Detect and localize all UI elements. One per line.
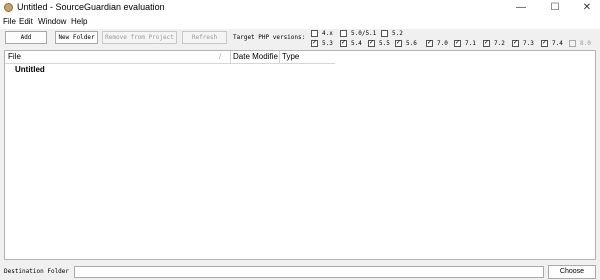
add-button[interactable]: Add xyxy=(5,31,47,44)
php-53-label: 5.3 xyxy=(322,40,333,47)
php-54-checkbox[interactable]: ✓ xyxy=(340,40,347,47)
column-separator[interactable] xyxy=(230,51,231,63)
php-80-label: 8.0 xyxy=(580,40,591,47)
php-73-checkbox[interactable]: ✓ xyxy=(512,40,519,47)
column-separator[interactable] xyxy=(279,51,280,63)
php-50-51-label: 5.0/5.1 xyxy=(351,30,377,37)
php-4x-label: 4.x xyxy=(322,30,333,37)
php-70-label: 7.0 xyxy=(437,40,448,47)
minimize-button[interactable]: — xyxy=(508,0,534,16)
php-74-checkbox[interactable]: ✓ xyxy=(541,40,548,47)
destination-folder-label: Destination Folder xyxy=(4,268,70,275)
destination-folder-input[interactable] xyxy=(74,266,544,278)
maximize-button[interactable]: ☐ xyxy=(542,0,568,16)
list-item[interactable]: Untitled xyxy=(15,65,45,74)
php-70-checkbox[interactable]: ✓ xyxy=(426,40,433,47)
remove-from-project-button[interactable]: Remove from Project xyxy=(102,31,177,44)
column-file[interactable]: File xyxy=(8,51,228,63)
php-4x-checkbox[interactable] xyxy=(311,30,318,37)
menu-bar: File Edit Window Help xyxy=(0,16,600,29)
php-74-label: 7.4 xyxy=(552,40,563,47)
menu-help[interactable]: Help xyxy=(71,17,87,26)
php-56-label: 5.6 xyxy=(406,40,417,47)
menu-edit[interactable]: Edit xyxy=(19,17,33,26)
php-53-checkbox[interactable]: ✓ xyxy=(311,40,318,47)
php-versions-label: Target PHP versions: xyxy=(233,34,306,41)
menu-file[interactable]: File xyxy=(3,17,16,26)
php-56-checkbox[interactable]: ✓ xyxy=(395,40,402,47)
resize-grip-icon: / xyxy=(219,52,222,61)
close-button[interactable]: ✕ xyxy=(574,0,600,16)
php-72-label: 7.2 xyxy=(494,40,505,47)
menu-window[interactable]: Window xyxy=(38,17,66,26)
php-72-checkbox[interactable]: ✓ xyxy=(483,40,490,47)
refresh-button[interactable]: Refresh xyxy=(182,31,227,44)
php-55-label: 5.5 xyxy=(379,40,390,47)
php-50-51-checkbox[interactable] xyxy=(340,30,347,37)
php-52-label: 5.2 xyxy=(392,30,403,37)
php-54-label: 5.4 xyxy=(351,40,362,47)
php-52-checkbox[interactable] xyxy=(381,30,388,37)
file-list[interactable]: File / Date Modifie Type Untitled xyxy=(4,50,596,260)
list-header: File / Date Modifie Type xyxy=(5,51,335,64)
choose-button[interactable]: Choose xyxy=(548,265,596,279)
php-71-label: 7.1 xyxy=(465,40,476,47)
php-80-checkbox[interactable] xyxy=(569,40,576,47)
php-73-label: 7.3 xyxy=(523,40,534,47)
window-title: Untitled - SourceGuardian evaluation xyxy=(17,2,165,12)
column-type[interactable]: Type xyxy=(282,51,332,63)
column-date-modified[interactable]: Date Modifie xyxy=(233,51,279,63)
php-71-checkbox[interactable]: ✓ xyxy=(454,40,461,47)
app-icon xyxy=(4,3,13,12)
php-55-checkbox[interactable]: ✓ xyxy=(368,40,375,47)
title-bar: Untitled - SourceGuardian evaluation — ☐… xyxy=(0,0,600,16)
new-folder-button[interactable]: New Folder xyxy=(55,31,98,44)
